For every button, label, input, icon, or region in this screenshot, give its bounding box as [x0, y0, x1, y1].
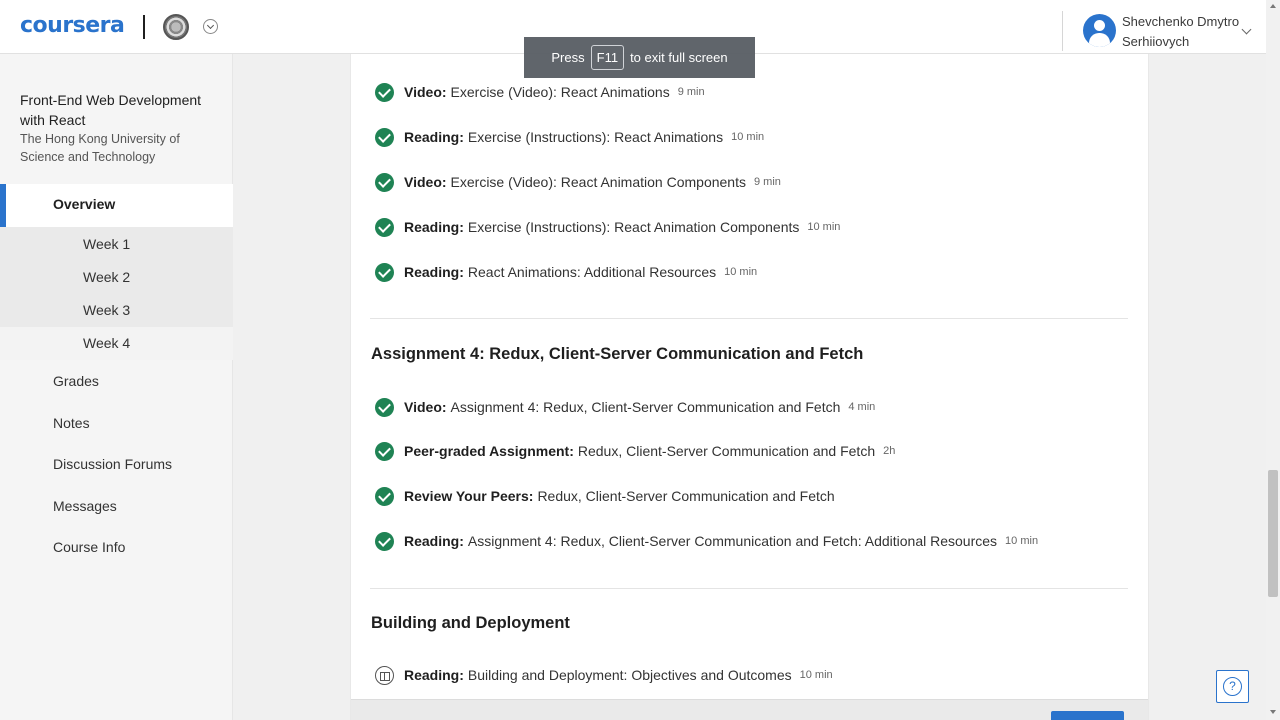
- lesson-title[interactable]: Assignment 4: Redux, Client-Server Commu…: [451, 399, 841, 415]
- sidebar-item-grades[interactable]: Grades: [53, 373, 99, 389]
- course-title[interactable]: Front-End Web Development with React: [20, 90, 220, 130]
- fullscreen-toast: Press F11 to exit full screen: [524, 37, 755, 78]
- course-sidebar: Front-End Web Development with React The…: [0, 54, 233, 720]
- lesson-type: Reading:: [404, 667, 464, 683]
- logo-divider: [143, 15, 145, 39]
- next-item-bar: [351, 699, 1148, 720]
- help-icon: ?: [1223, 677, 1242, 696]
- lesson-type: Video:: [404, 399, 447, 415]
- coursera-logo[interactable]: coursera: [20, 13, 125, 38]
- sidebar-item-notes[interactable]: Notes: [53, 415, 90, 431]
- completed-check-icon: [375, 127, 394, 147]
- completed-check-icon: [375, 217, 394, 237]
- lesson-duration: 10 min: [807, 221, 841, 233]
- lesson-item[interactable]: Review Your Peers: Redux, Client-Server …: [375, 486, 835, 506]
- lesson-title[interactable]: Redux, Client-Server Communication and F…: [578, 443, 875, 459]
- help-button[interactable]: ?: [1216, 670, 1249, 703]
- lesson-type: Peer-graded Assignment:: [404, 443, 574, 459]
- completed-check-icon: [375, 397, 394, 417]
- lesson-title[interactable]: Redux, Client-Server Communication and F…: [537, 488, 834, 504]
- lesson-item[interactable]: Reading: Building and Deployment: Object…: [375, 665, 833, 685]
- section-divider: [370, 588, 1128, 589]
- sidebar-item-week-3[interactable]: Week 3: [83, 302, 130, 318]
- lesson-duration: 10 min: [731, 131, 765, 143]
- lesson-title[interactable]: Assignment 4: Redux, Client-Server Commu…: [468, 533, 997, 549]
- lesson-type: Reading:: [404, 264, 464, 280]
- lesson-duration: 2h: [883, 445, 896, 457]
- lesson-item[interactable]: Reading: React Animations: Additional Re…: [375, 262, 757, 282]
- user-menu-chevron-icon[interactable]: [1241, 24, 1252, 35]
- sidebar-item-week-4[interactable]: Week 4: [0, 327, 233, 360]
- lesson-duration: 9 min: [753, 176, 781, 188]
- scrollbar-thumb[interactable]: [1268, 470, 1278, 597]
- toast-key: F11: [590, 45, 625, 70]
- lesson-type: Reading:: [404, 129, 464, 145]
- lesson-title[interactable]: React Animations: Additional Resources: [468, 264, 716, 280]
- chevron-down-icon[interactable]: [203, 19, 218, 34]
- completed-check-icon: [375, 531, 394, 551]
- user-name[interactable]: Shevchenko Dmytro Serhiiovych: [1122, 12, 1240, 52]
- sidebar-item-course-info[interactable]: Course Info: [53, 539, 125, 555]
- lesson-item[interactable]: Peer-graded Assignment: Redux, Client-Se…: [375, 441, 895, 461]
- week-list: Week 1 Week 2 Week 3: [0, 227, 233, 327]
- lesson-item[interactable]: Reading: Assignment 4: Redux, Client-Ser…: [375, 531, 1038, 551]
- sidebar-item-label: Overview: [53, 196, 116, 212]
- header-separator: [1062, 11, 1063, 51]
- lesson-title[interactable]: Exercise (Instructions): React Animation…: [468, 129, 723, 145]
- lesson-title[interactable]: Exercise (Video): React Animation Compon…: [451, 174, 746, 190]
- lesson-duration: 9 min: [677, 86, 705, 98]
- lesson-duration: 10 min: [724, 266, 758, 278]
- sidebar-item-discussion-forums[interactable]: Discussion Forums: [53, 456, 172, 472]
- lesson-item[interactable]: Reading: Exercise (Instructions): React …: [375, 217, 840, 237]
- section-divider: [370, 318, 1128, 319]
- completed-check-icon: [375, 441, 394, 461]
- toast-suffix: to exit full screen: [630, 50, 728, 65]
- sidebar-item-week-1[interactable]: Week 1: [83, 236, 130, 252]
- lesson-item[interactable]: Video: Exercise (Video): React Animation…: [375, 172, 781, 192]
- lesson-duration: 10 min: [1005, 535, 1039, 547]
- lesson-type: Review Your Peers:: [404, 488, 534, 504]
- lesson-item[interactable]: Video: Assignment 4: Redux, Client-Serve…: [375, 397, 875, 417]
- university-seal-icon[interactable]: [163, 14, 189, 40]
- toast-prefix: Press: [551, 50, 585, 65]
- scroll-down-arrow-icon[interactable]: [1270, 710, 1276, 714]
- completed-check-icon: [375, 262, 394, 282]
- page-scrollbar[interactable]: [1266, 0, 1280, 720]
- lesson-title[interactable]: Exercise (Instructions): React Animation…: [468, 219, 799, 235]
- lesson-item[interactable]: Video: Exercise (Video): React Animation…: [375, 82, 705, 102]
- lesson-type: Reading:: [404, 533, 464, 549]
- sidebar-item-overview[interactable]: Overview: [0, 184, 233, 227]
- sidebar-item-label: Week 4: [83, 335, 131, 351]
- resume-button[interactable]: [1051, 711, 1124, 720]
- section-title: Assignment 4: Redux, Client-Server Commu…: [371, 345, 864, 363]
- lesson-title[interactable]: Exercise (Video): React Animations: [451, 84, 670, 100]
- sidebar-item-messages[interactable]: Messages: [53, 498, 117, 514]
- lesson-type: Reading:: [404, 219, 464, 235]
- reading-book-icon: [375, 665, 394, 685]
- lesson-type: Video:: [404, 174, 447, 190]
- course-university: The Hong Kong University of Science and …: [20, 132, 180, 164]
- completed-check-icon: [375, 486, 394, 506]
- user-avatar-icon[interactable]: [1083, 14, 1116, 47]
- completed-check-icon: [375, 172, 394, 192]
- lesson-title[interactable]: Building and Deployment: Objectives and …: [468, 667, 792, 683]
- sidebar-item-week-2[interactable]: Week 2: [83, 269, 130, 285]
- completed-check-icon: [375, 82, 394, 102]
- lesson-duration: 4 min: [848, 401, 876, 413]
- lesson-type: Video:: [404, 84, 447, 100]
- lesson-item[interactable]: Reading: Exercise (Instructions): React …: [375, 127, 764, 147]
- lesson-duration: 10 min: [799, 669, 833, 681]
- scroll-up-arrow-icon[interactable]: [1270, 4, 1276, 8]
- section-title: Building and Deployment: [371, 614, 570, 632]
